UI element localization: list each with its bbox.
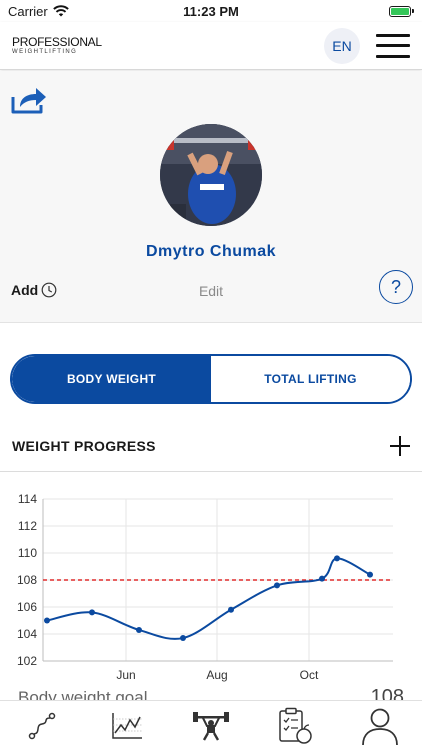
app-logo[interactable]: PROFESSIONAL WEIGHTLIFTING <box>12 36 102 55</box>
share-icon[interactable] <box>10 85 48 115</box>
logo-top-text: PROFESSIONAL <box>12 35 102 49</box>
data-point <box>274 582 280 589</box>
route-icon <box>28 712 56 739</box>
y-tick-label: 114 <box>18 492 37 506</box>
data-point <box>319 575 325 582</box>
y-tick-label: 112 <box>18 519 37 533</box>
y-tick-label: 106 <box>17 600 37 614</box>
app-header: PROFESSIONAL WEIGHTLIFTING EN <box>0 22 422 70</box>
weight-chart: 102 104 106 108 110 112 114 Jun Aug Oct <box>0 480 422 695</box>
data-point <box>89 609 95 616</box>
weight-progress-title: WEIGHT PROGRESS <box>12 437 156 454</box>
y-tick-label: 108 <box>17 573 37 587</box>
help-button[interactable]: ? <box>379 270 413 304</box>
series-line <box>46 557 371 640</box>
chart-icon <box>111 712 142 739</box>
language-button[interactable]: EN <box>324 27 360 64</box>
logo-bottom-text: WEIGHTLIFTING <box>12 49 78 55</box>
profile-section: Dmytro Chumak Add Edit ? <box>0 71 422 323</box>
weight-progress-header: WEIGHT PROGRESS <box>0 420 422 472</box>
data-point <box>334 555 340 562</box>
data-point <box>228 606 234 613</box>
y-tick-label: 102 <box>17 654 37 668</box>
profile-icon <box>361 708 398 745</box>
data-point <box>180 635 186 642</box>
y-tick-label: 104 <box>17 627 37 641</box>
y-tick-label: 110 <box>18 546 37 560</box>
x-tick-label: Oct <box>300 668 319 682</box>
header-actions: EN <box>324 27 410 64</box>
weight-chart-svg: 102 104 106 108 110 112 114 Jun Aug Oct <box>17 492 393 682</box>
clock: 11:23 PM <box>183 4 239 19</box>
diet-plan-icon <box>279 707 313 744</box>
tab-total-lifting[interactable]: TOTAL LIFTING <box>211 356 410 402</box>
athlete-name: Dmytro Chumak <box>145 243 277 260</box>
x-tick-label: Jun <box>116 668 135 682</box>
status-bar: Carrier 11:23 PM <box>0 0 422 22</box>
data-point <box>44 617 50 624</box>
weightlifter-icon <box>192 711 229 741</box>
tab-diet[interactable] <box>265 704 325 748</box>
bottom-tab-bar <box>0 700 422 750</box>
edit-button[interactable]: Edit <box>0 283 422 299</box>
tab-chart[interactable] <box>97 704 157 748</box>
tab-body-weight[interactable]: BODY WEIGHT <box>12 356 211 402</box>
tab-route[interactable] <box>12 704 72 748</box>
tab-workout[interactable] <box>181 704 241 748</box>
data-point <box>136 626 142 633</box>
athlete-avatar <box>160 124 262 226</box>
x-tick-label: Aug <box>206 668 227 682</box>
hamburger-menu-icon[interactable] <box>376 33 410 58</box>
add-weight-plus-icon[interactable] <box>390 435 410 456</box>
metric-segment-control: BODY WEIGHT TOTAL LIFTING <box>10 354 412 404</box>
data-point <box>367 571 373 578</box>
tab-profile[interactable] <box>350 704 410 748</box>
